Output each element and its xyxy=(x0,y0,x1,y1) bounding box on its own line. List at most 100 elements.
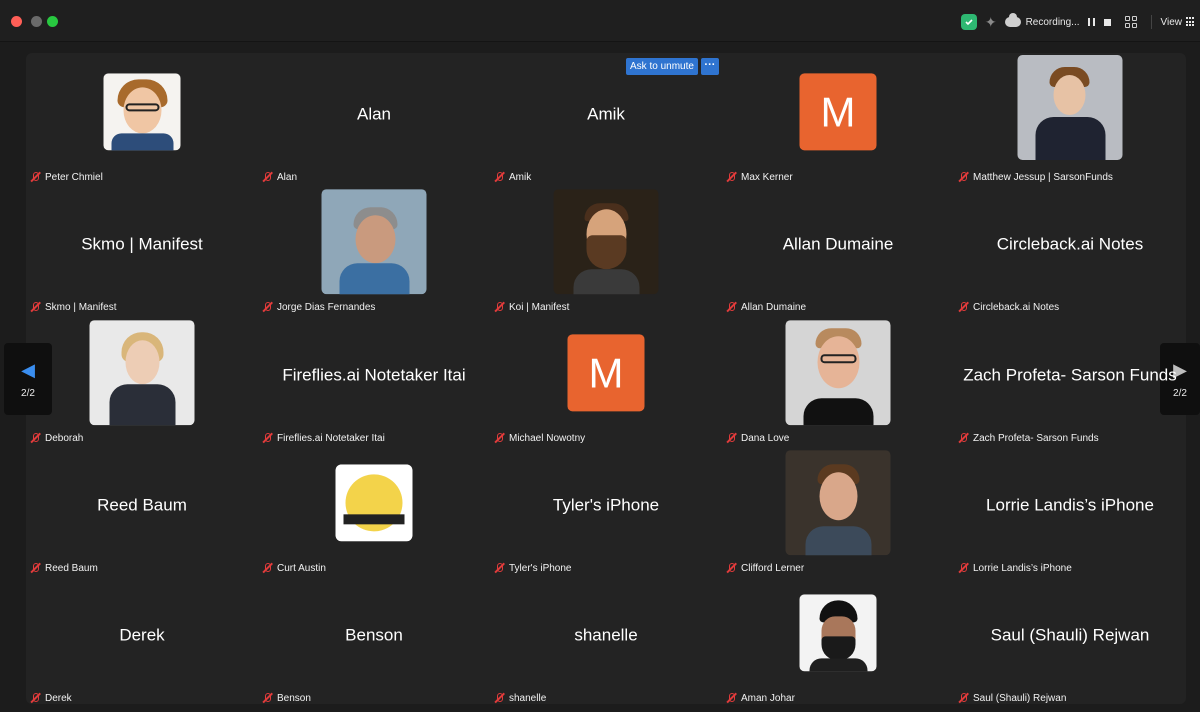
avatar xyxy=(785,320,891,426)
participant-tile[interactable]: Peter Chmiel xyxy=(26,53,258,183)
more-options-button[interactable]: ··· xyxy=(700,58,719,75)
participant-tile[interactable]: Koi | Manifest xyxy=(490,183,722,313)
participant-tile[interactable]: Matthew Jessup | SarsonFunds xyxy=(954,53,1186,183)
avatar-letter: M xyxy=(588,348,624,396)
pause-recording-icon[interactable] xyxy=(1087,18,1095,26)
participant-name-label: Zach Profeta- Sarson Funds xyxy=(957,432,1099,444)
gallery-layout-icon[interactable] xyxy=(1124,16,1137,28)
participant-name-label: Dana Love xyxy=(725,432,789,444)
avatar-letter: M xyxy=(820,87,856,135)
mic-muted-icon xyxy=(261,432,273,444)
ai-companion-icon[interactable]: ✦ xyxy=(985,15,997,29)
mic-muted-icon xyxy=(29,171,41,183)
mic-muted-icon xyxy=(957,301,969,313)
avatar xyxy=(89,320,195,426)
participant-tile[interactable]: Deborah xyxy=(26,314,258,444)
participant-tile[interactable]: Alan Alan xyxy=(258,53,490,183)
participant-tile[interactable]: Lorrie Landis’s iPhone Lorrie Landis’s i… xyxy=(954,444,1186,574)
mic-muted-icon xyxy=(957,432,969,444)
participant-name-label: Amik xyxy=(493,171,531,183)
mic-muted-icon xyxy=(725,301,737,313)
participant-display-name: Derek xyxy=(119,625,165,645)
participant-tile[interactable]: M Michael Nowotny xyxy=(490,314,722,444)
participant-display-name: Circleback.ai Notes xyxy=(996,234,1144,254)
participant-tile[interactable]: Skmo | Manifest Skmo | Manifest xyxy=(26,183,258,313)
unmute-controls: Ask to unmute ··· xyxy=(626,58,719,75)
participant-name-label: Reed Baum xyxy=(29,562,98,574)
toolbar-divider xyxy=(1150,15,1152,29)
participant-display-name: Benson xyxy=(345,625,403,645)
participant-tile[interactable]: Curt Austin xyxy=(258,444,490,574)
avatar xyxy=(335,464,413,542)
toolbar-right: ✦ Recording... View xyxy=(960,12,1200,32)
participant-name-label: Michael Nowotny xyxy=(493,432,585,444)
security-shield-icon[interactable] xyxy=(960,14,977,30)
participant-display-name: shanelle xyxy=(574,625,638,645)
mic-muted-icon xyxy=(493,432,505,444)
mic-muted-icon xyxy=(29,432,41,444)
mic-muted-icon xyxy=(725,171,737,183)
participant-name-label: Saul (Shauli) Rejwan xyxy=(957,692,1066,704)
participant-tile[interactable]: Zach Profeta- Sarson Funds Zach Profeta-… xyxy=(954,314,1186,444)
cloud-recording-icon xyxy=(1004,13,1021,27)
participant-tile[interactable]: Dana Love xyxy=(722,314,954,444)
participant-display-name: Zach Profeta- Sarson Funds xyxy=(963,365,1177,385)
mic-muted-icon xyxy=(957,171,969,183)
participant-tile[interactable]: Jorge Dias Fernandes xyxy=(258,183,490,313)
participant-display-name: Lorrie Landis’s iPhone xyxy=(986,495,1154,515)
view-menu-label[interactable]: View xyxy=(1161,17,1183,28)
participant-name-label: Benson xyxy=(261,692,311,704)
participant-name-label: Jorge Dias Fernandes xyxy=(261,301,375,313)
participant-name-label: Clifford Lerner xyxy=(725,562,804,574)
ask-to-unmute-button[interactable]: Ask to unmute xyxy=(626,58,698,75)
participant-tile[interactable]: Clifford Lerner xyxy=(722,444,954,574)
participant-name-label: Circleback.ai Notes xyxy=(957,301,1059,313)
mic-muted-icon xyxy=(29,692,41,704)
title-bar: ✦ Recording... View xyxy=(0,0,1200,42)
participant-tile[interactable]: Allan Dumaine Allan Dumaine xyxy=(722,183,954,313)
participant-name-label: Alan xyxy=(261,171,297,183)
participant-tile[interactable]: Fireflies.ai Notetaker Itai Fireflies.ai… xyxy=(258,314,490,444)
mic-muted-icon xyxy=(261,562,273,574)
avatar xyxy=(553,189,659,295)
participant-tile[interactable]: Benson Benson xyxy=(258,574,490,704)
avatar xyxy=(321,189,427,295)
participant-tile[interactable]: Aman Johar xyxy=(722,574,954,704)
minimize-window-button[interactable] xyxy=(31,16,42,27)
participant-tile[interactable]: Tyler's iPhone Tyler's iPhone xyxy=(490,444,722,574)
view-grid-icon[interactable] xyxy=(1186,17,1196,27)
participant-display-name: Saul (Shauli) Rejwan xyxy=(990,625,1150,645)
avatar: M xyxy=(799,73,877,151)
participant-tile[interactable]: Reed Baum Reed Baum xyxy=(26,444,258,574)
avatar: M xyxy=(567,334,645,412)
participant-tile[interactable]: M Max Kerner xyxy=(722,53,954,183)
mic-muted-icon xyxy=(957,692,969,704)
mic-muted-icon xyxy=(957,562,969,574)
participant-name-label: Fireflies.ai Notetaker Itai xyxy=(261,432,385,444)
avatar xyxy=(785,450,891,556)
stop-recording-icon[interactable] xyxy=(1103,18,1111,26)
mic-muted-icon xyxy=(725,432,737,444)
participant-tile[interactable]: shanelle shanelle xyxy=(490,574,722,704)
avatar xyxy=(799,594,877,672)
mic-muted-icon xyxy=(493,171,505,183)
participant-name-label: Peter Chmiel xyxy=(29,171,103,183)
maximize-window-button[interactable] xyxy=(47,16,58,27)
participant-tile[interactable]: Saul (Shauli) Rejwan Saul (Shauli) Rejwa… xyxy=(954,574,1186,704)
participant-name-label: Lorrie Landis’s iPhone xyxy=(957,562,1072,574)
participant-tile[interactable]: Circleback.ai Notes Circleback.ai Notes xyxy=(954,183,1186,313)
mic-muted-icon xyxy=(725,562,737,574)
mic-muted-icon xyxy=(261,171,273,183)
mic-muted-icon xyxy=(29,562,41,574)
participant-name-label: Deborah xyxy=(29,432,83,444)
participant-display-name: Fireflies.ai Notetaker Itai xyxy=(282,365,466,385)
participant-name-label: Skmo | Manifest xyxy=(29,301,117,313)
avatar xyxy=(103,73,181,151)
participant-display-name: Reed Baum xyxy=(97,495,187,515)
mic-muted-icon xyxy=(725,692,737,704)
participant-name-label: Max Kerner xyxy=(725,171,793,183)
close-window-button[interactable] xyxy=(11,16,22,27)
participant-tile[interactable]: Derek Derek xyxy=(26,574,258,704)
participant-display-name: Skmo | Manifest xyxy=(81,234,203,254)
mic-muted-icon xyxy=(493,301,505,313)
